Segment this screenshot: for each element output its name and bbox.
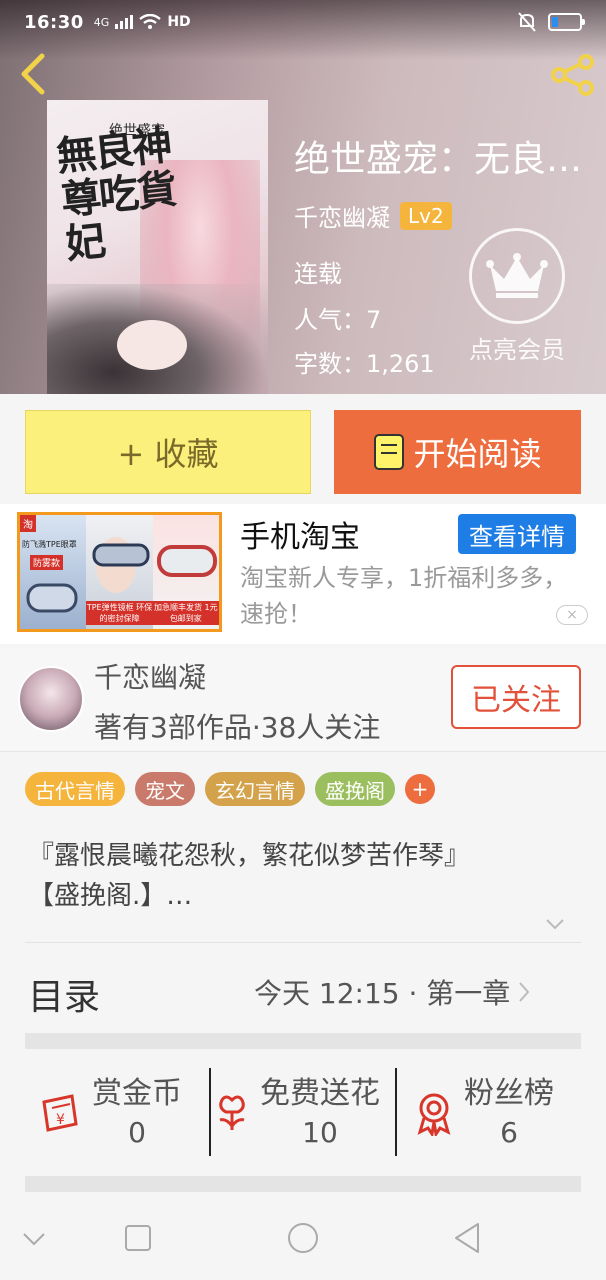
back-icon[interactable] — [14, 52, 54, 96]
ad-close-icon[interactable]: × — [556, 605, 588, 625]
tag-list: 古代言情 宠文 玄幻言情 盛挽阁 + — [25, 772, 435, 806]
author-stats: 著有3部作品·38人关注 — [94, 711, 381, 744]
toc-label: 目录 — [28, 977, 101, 1018]
book-cover[interactable]: 绝世盛宠 無良神尊吃貨妃 — [47, 100, 268, 394]
status-time: 16:30 — [24, 11, 84, 33]
book-status: 连载 — [294, 260, 342, 288]
reward-flowers[interactable]: 免费送花 10 — [214, 1068, 394, 1164]
tag-item[interactable]: 古代言情 — [25, 772, 125, 806]
network-label: 4G — [93, 15, 110, 29]
nav-recents-icon[interactable] — [118, 1218, 158, 1258]
avatar[interactable] — [18, 666, 84, 732]
reward-label: 赏金币 — [92, 1076, 182, 1111]
vip-label: 点亮会员 — [469, 336, 565, 364]
start-reading-label: 开始阅读 — [413, 435, 542, 473]
vip-button[interactable]: 点亮会员 — [462, 228, 572, 365]
ad-detail-button[interactable]: 查看详情 — [458, 514, 576, 554]
signal-icon — [115, 15, 134, 29]
book-title: 绝世盛宠：无良… — [294, 139, 583, 180]
intro-line: 『露恨晨曦花怨秋，繁花似梦苦作琴』 — [28, 841, 471, 871]
goggles-product-icon — [156, 545, 217, 577]
red-envelope-icon: ¥ — [42, 1094, 78, 1132]
tag-item[interactable]: 玄幻言情 — [205, 772, 305, 806]
chevron-down-icon[interactable] — [543, 914, 567, 934]
status-icons: 4G HD — [94, 14, 191, 30]
cover-title: 無良神尊吃貨妃 — [54, 121, 178, 268]
reward-coins[interactable]: ¥ 赏金币 0 — [40, 1068, 200, 1164]
nav-back-icon[interactable] — [448, 1218, 488, 1258]
ad-title: 手机淘宝 — [240, 520, 360, 555]
tag-item[interactable]: 宠文 — [135, 772, 195, 806]
divider — [209, 1068, 211, 1156]
book-icon — [374, 434, 405, 470]
divider — [25, 1176, 581, 1192]
hd-label: HD — [167, 14, 191, 30]
tag-item[interactable]: 盛挽阁 — [315, 772, 395, 806]
intro-line: 【盛挽阁.】… — [28, 881, 193, 911]
share-icon[interactable] — [550, 54, 596, 96]
follow-button[interactable]: 已关注 — [451, 665, 581, 729]
ad-badge: 淘 — [20, 515, 36, 532]
svg-text:¥: ¥ — [56, 1112, 65, 1128]
mute-bell-icon — [518, 12, 536, 32]
system-nav-bar — [0, 1196, 606, 1280]
book-header: 16:30 4G HD 绝世盛宠 無良神尊吃貨妃 绝世盛宠：无良… 千恋幽凝 L… — [0, 0, 606, 394]
nav-home-icon[interactable] — [283, 1218, 323, 1258]
wifi-icon — [139, 14, 162, 29]
toc-latest-chapter[interactable]: 今天 12:15 · 第一章 — [254, 972, 532, 1012]
reward-value: 6 — [500, 1116, 518, 1149]
battery-icon — [548, 13, 585, 31]
book-author[interactable]: 千恋幽凝 Lv2 — [294, 198, 452, 233]
add-tag-button[interactable]: + — [405, 774, 435, 804]
ad-description: 淘宝新人专享，1折福利多多，速抢！ — [240, 564, 568, 628]
ad-image[interactable]: 淘 防飞溅TPE眼罩 防雾款 TPE弹性镜框 环保的密封保障 加急顺丰发货 1元… — [17, 512, 222, 632]
book-popularity: 人气：7 — [294, 306, 382, 334]
reward-label: 免费送花 — [260, 1076, 380, 1111]
reward-fan-ranking[interactable]: 粉丝榜 6 — [414, 1068, 574, 1164]
level-badge: Lv2 — [400, 201, 452, 230]
divider — [25, 1033, 581, 1049]
crown-icon — [469, 228, 565, 324]
status-bar: 16:30 4G HD — [0, 0, 606, 44]
nav-collapse-icon[interactable] — [14, 1218, 54, 1258]
goggles-icon — [26, 583, 78, 613]
author-card-name: 千恋幽凝 — [94, 661, 207, 694]
book-intro[interactable]: 『露恨晨曦花怨秋，繁花似梦苦作琴』 【盛挽阁.】… — [28, 836, 588, 916]
reward-value: 10 — [302, 1116, 338, 1149]
divider — [25, 942, 581, 943]
chevron-right-icon — [519, 982, 530, 1002]
latest-chapter-text: 今天 12:15 · 第一章 — [254, 977, 511, 1010]
add-to-shelf-button[interactable]: + 收藏 — [25, 410, 311, 494]
reward-value: 0 — [128, 1116, 146, 1149]
book-word-count: 字数：1,261 — [294, 350, 435, 378]
divider — [395, 1068, 397, 1156]
author-name: 千恋幽凝 — [294, 204, 390, 232]
start-reading-button[interactable]: 开始阅读 — [334, 410, 581, 494]
flower-icon — [219, 1095, 245, 1130]
goggles-face-icon — [92, 537, 150, 593]
reward-label: 粉丝榜 — [464, 1076, 554, 1111]
medal-icon — [417, 1093, 451, 1136]
